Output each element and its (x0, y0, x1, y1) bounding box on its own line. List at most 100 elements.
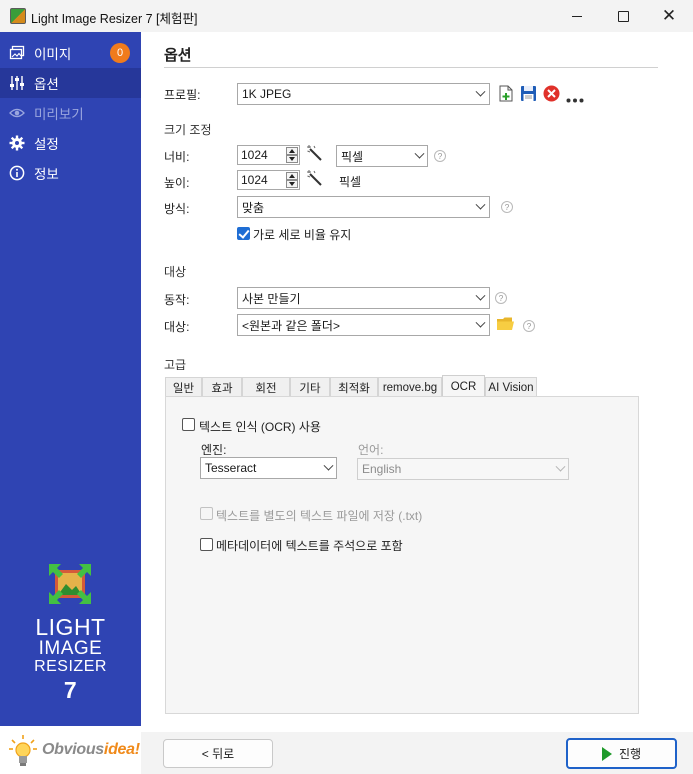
decrement-icon[interactable] (286, 155, 298, 163)
profile-label: 프로필: (164, 88, 201, 102)
enable-ocr-checkbox[interactable] (182, 418, 195, 431)
engine-value: Tesseract (205, 461, 257, 475)
keep-ratio-checkbox[interactable] (237, 227, 250, 240)
destination-value: <원본과 같은 폴더> (242, 318, 340, 333)
tab-optimize[interactable]: 최적화 (330, 377, 378, 397)
resize-mode-select[interactable]: 맞춤 (237, 196, 490, 218)
sidebar-item-label: 이미지 (34, 47, 72, 62)
profile-select[interactable]: 1K JPEG (237, 83, 490, 105)
destination-select[interactable]: <원본과 같은 폴더> (237, 314, 490, 336)
sidebar-item-label: 정보 (34, 167, 59, 182)
run-button[interactable]: 진행 (566, 738, 677, 769)
close-icon: ✕ (661, 6, 677, 25)
tab-general[interactable]: 일반 (165, 377, 202, 397)
mode-label: 방식: (164, 202, 190, 216)
minimize-button[interactable] (554, 0, 600, 32)
info-icon (9, 165, 25, 181)
height-label: 높이: (164, 176, 190, 190)
advanced-group-label: 고급 (164, 358, 187, 372)
delete-profile-icon[interactable] (543, 85, 560, 105)
engine-label: 엔진: (201, 443, 227, 457)
gear-icon (9, 135, 25, 151)
target-group-label: 대상 (164, 265, 187, 279)
increment-icon[interactable] (286, 147, 298, 155)
more-options-icon[interactable] (566, 92, 584, 106)
help-icon[interactable]: ? (523, 320, 535, 332)
help-icon[interactable]: ? (434, 150, 446, 162)
sidebar-item-label: 설정 (34, 137, 59, 152)
tab-ocr[interactable]: OCR (442, 375, 485, 397)
profile-value: 1K JPEG (242, 87, 292, 101)
sidebar-footer: Obviousidea! (0, 726, 141, 774)
obviousidea-brand: Obviousidea! (42, 741, 140, 758)
help-icon[interactable]: ? (501, 201, 513, 213)
logo-text-line1: LIGHT (35, 614, 106, 640)
title-bar: Light Image Resizer 7 [체험판] ✕ (0, 0, 693, 32)
chevron-down-icon (552, 459, 568, 479)
chevron-down-icon (411, 146, 427, 166)
tab-rotate[interactable]: 회전 (242, 377, 290, 397)
app-logo-icon (10, 8, 26, 24)
width-label: 너비: (164, 150, 190, 164)
magic-wand-icon[interactable] (307, 145, 323, 161)
sidebar-item-label: 미리보기 (34, 107, 84, 122)
width-spinner[interactable]: 1024 (237, 145, 300, 165)
sidebar-item-preview[interactable]: 미리보기 (0, 98, 141, 128)
product-logo-icon (49, 564, 91, 604)
sliders-icon (9, 75, 25, 91)
tab-effects[interactable]: 효과 (202, 377, 242, 397)
maximize-button[interactable] (600, 0, 646, 32)
metadata-checkbox[interactable] (200, 538, 213, 551)
height-value: 1024 (241, 173, 268, 187)
height-unit-label: 픽셀 (339, 175, 362, 189)
width-unit-select[interactable]: 픽셀 (336, 145, 428, 167)
sidebar-item-settings[interactable]: 설정 (0, 128, 141, 158)
lightbulb-icon (9, 734, 37, 771)
help-icon[interactable]: ? (495, 292, 507, 304)
sidebar-item-images[interactable]: 이미지 0 (0, 38, 141, 68)
ocr-tab-panel (165, 396, 639, 714)
play-icon (601, 746, 612, 761)
engine-select[interactable]: Tesseract (200, 457, 337, 479)
language-label: 언어: (358, 443, 384, 457)
action-label: 동작: (164, 293, 190, 307)
save-profile-icon[interactable] (520, 85, 537, 105)
save-txt-label: 텍스트를 별도의 텍스트 파일에 저장 (.txt) (216, 509, 423, 523)
chevron-down-icon (471, 197, 489, 217)
back-button[interactable]: < 뒤로 (163, 739, 273, 768)
title-divider (164, 67, 658, 68)
language-value: English (362, 462, 402, 476)
run-label: 진행 (618, 747, 642, 761)
chevron-down-icon (471, 84, 489, 104)
images-icon (9, 45, 25, 61)
decrement-icon[interactable] (286, 180, 298, 188)
tab-misc[interactable]: 기타 (290, 377, 330, 397)
close-button[interactable]: ✕ (646, 0, 692, 32)
metadata-label: 메타데이터에 텍스트를 주석으로 포함 (216, 539, 403, 553)
language-select[interactable]: English (357, 458, 569, 480)
new-profile-icon[interactable] (499, 85, 514, 105)
folder-icon[interactable] (497, 317, 514, 334)
logo-text-line2: IMAGE (38, 638, 103, 659)
logo-text-line3: RESIZER (34, 658, 107, 675)
destination-label: 대상: (164, 320, 190, 334)
tab-remove-bg[interactable]: remove.bg (378, 377, 442, 397)
eye-icon (9, 105, 25, 121)
magic-wand-icon[interactable] (307, 170, 323, 186)
chevron-down-icon (471, 315, 489, 335)
height-spinner[interactable]: 1024 (237, 170, 300, 190)
mode-value: 맞춤 (242, 200, 265, 215)
tab-ai-vision[interactable]: AI Vision (485, 377, 537, 397)
sidebar-item-label: 옵션 (34, 77, 59, 92)
window-title: Light Image Resizer 7 [체험판] (31, 12, 198, 26)
increment-icon[interactable] (286, 172, 298, 180)
sidebar: 이미지 0 옵션 미리보기 설정 정보 LIGHT IMAGE RESIZER … (0, 32, 141, 774)
image-count-badge: 0 (110, 43, 130, 63)
sidebar-item-options[interactable]: 옵션 (0, 68, 141, 98)
chevron-down-icon (471, 288, 489, 308)
action-select[interactable]: 사본 만들기 (237, 287, 490, 309)
width-value: 1024 (241, 148, 268, 162)
sidebar-item-about[interactable]: 정보 (0, 158, 141, 188)
save-txt-checkbox[interactable] (200, 507, 213, 520)
action-value: 사본 만들기 (242, 291, 301, 306)
